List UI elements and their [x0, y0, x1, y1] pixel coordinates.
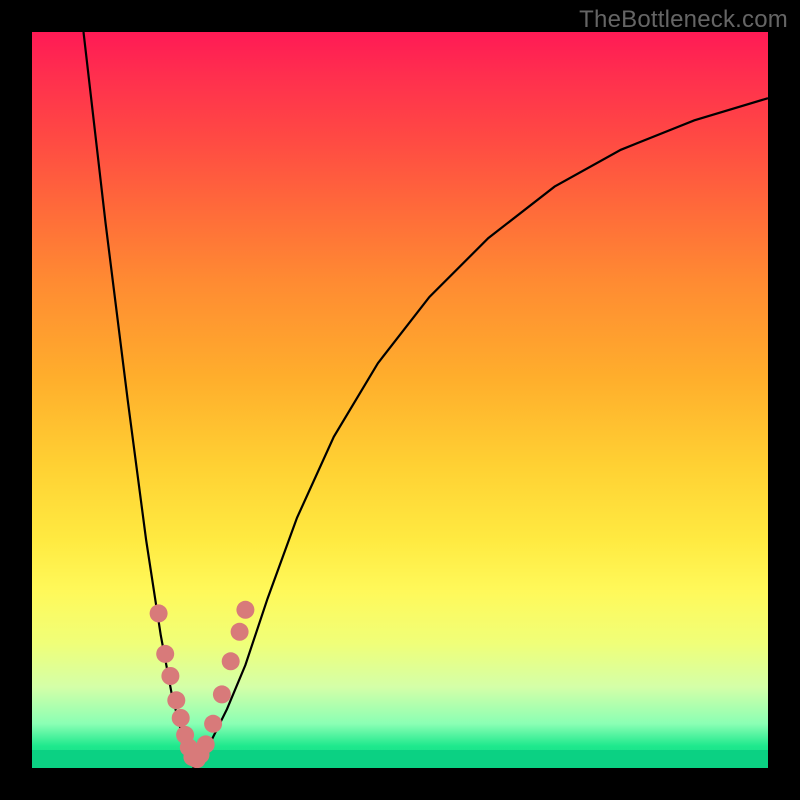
- marker-dot: [222, 652, 240, 670]
- marker-dot: [213, 685, 231, 703]
- marker-dot: [231, 623, 249, 641]
- chart-container: TheBottleneck.com: [0, 0, 800, 800]
- marker-dot: [167, 691, 185, 709]
- marker-dot: [197, 735, 215, 753]
- curve-markers: [32, 32, 768, 768]
- marker-dot: [204, 715, 222, 733]
- plot-area: [32, 32, 768, 768]
- marker-dot: [236, 601, 254, 619]
- marker-dot: [150, 604, 168, 622]
- watermark-text: TheBottleneck.com: [579, 6, 788, 34]
- marker-dot: [161, 667, 179, 685]
- marker-dot: [156, 645, 174, 663]
- marker-dot: [172, 709, 190, 727]
